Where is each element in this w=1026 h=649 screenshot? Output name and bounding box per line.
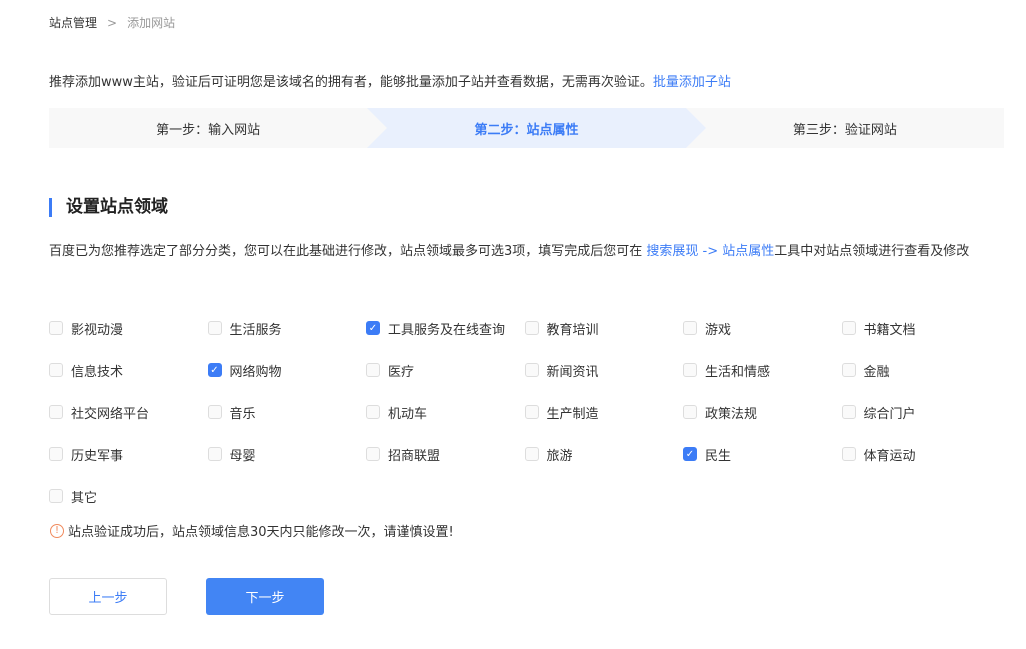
category-label: 民生 xyxy=(705,448,732,464)
category-checkbox[interactable]: 社交网络平台 xyxy=(49,391,208,433)
desc-part: 百度已为您推荐选定了部分分类，您可以在此基础进行修改，站点领域最多可选3项，填写… xyxy=(49,244,647,259)
category-checkbox[interactable]: ✓ 网络购物 xyxy=(207,349,367,391)
checkbox-icon[interactable] xyxy=(49,489,63,503)
category-label: 旅游 xyxy=(546,448,573,464)
category-checkbox[interactable]: 体育运动 xyxy=(841,433,1001,475)
checkbox-icon[interactable] xyxy=(841,363,856,377)
checkbox-checked-icon[interactable]: ✓ xyxy=(207,363,222,377)
category-checkbox[interactable]: 母婴 xyxy=(207,433,367,475)
category-label: 游戏 xyxy=(705,322,732,338)
category-checkbox[interactable]: 其它 xyxy=(49,475,208,517)
category-label: 生活服务 xyxy=(229,322,282,338)
category-label: 体育运动 xyxy=(863,448,916,464)
section-title: 设置站点领域 xyxy=(49,198,168,217)
prev-button[interactable]: 上一步 xyxy=(49,578,167,615)
category-checkbox[interactable]: 信息技术 xyxy=(49,349,208,391)
category-label: 其它 xyxy=(71,490,98,506)
breadcrumb-separator: > xyxy=(107,16,118,30)
checkbox-icon[interactable] xyxy=(524,363,539,377)
checkbox-icon[interactable] xyxy=(683,321,697,335)
checkbox-checked-icon[interactable]: ✓ xyxy=(683,447,697,461)
desc-part: 工具中对站点领域进行查看及修改 xyxy=(774,244,970,259)
category-checkbox[interactable]: 音乐 xyxy=(207,391,367,433)
checkbox-icon[interactable] xyxy=(841,405,856,419)
checkbox-icon[interactable] xyxy=(49,405,63,419)
category-label: 书籍文档 xyxy=(863,322,916,338)
checkbox-icon[interactable] xyxy=(524,321,539,335)
intro-label: 推荐添加www主站，验证后可证明您是该域名的拥有者，能够批量添加子站并查看数据，… xyxy=(49,75,653,90)
step-3: 第三步：验证网站 xyxy=(792,122,897,138)
category-checkbox[interactable]: ✓ 工具服务及在线查询 xyxy=(366,307,525,349)
category-checkbox[interactable]: 历史军事 xyxy=(49,433,208,475)
category-label: 政策法规 xyxy=(705,406,758,422)
category-label: 影视动漫 xyxy=(71,322,124,338)
checkbox-icon[interactable] xyxy=(841,321,856,335)
category-checkbox[interactable]: 医疗 xyxy=(366,349,525,391)
checkbox-icon[interactable] xyxy=(49,447,63,461)
breadcrumb-parent[interactable]: 站点管理 xyxy=(49,16,97,30)
category-label: 生产制造 xyxy=(546,406,599,422)
category-checkbox[interactable]: 金融 xyxy=(841,349,1001,391)
checkbox-icon[interactable] xyxy=(841,447,856,461)
checkbox-icon[interactable] xyxy=(366,405,380,419)
category-label: 母婴 xyxy=(229,448,256,464)
category-checkbox[interactable]: 招商联盟 xyxy=(366,433,525,475)
site-attr-link[interactable]: 搜索展现 -> 站点属性 xyxy=(646,244,774,259)
breadcrumb: 站点管理 > 添加网站 xyxy=(49,14,175,31)
checkbox-icon[interactable] xyxy=(49,363,63,377)
category-label: 网络购物 xyxy=(229,364,282,380)
checkbox-icon[interactable] xyxy=(366,363,380,377)
category-label: 新闻资讯 xyxy=(546,364,599,380)
category-checkbox[interactable]: 旅游 xyxy=(524,433,684,475)
category-label: 招商联盟 xyxy=(388,448,441,464)
warning: ! 站点验证成功后，站点领域信息30天内只能修改一次，请谨慎设置! xyxy=(50,521,454,540)
checkbox-icon[interactable] xyxy=(207,447,222,461)
checkbox-icon[interactable] xyxy=(683,405,697,419)
category-checkbox[interactable]: 游戏 xyxy=(683,307,842,349)
checkbox-icon[interactable] xyxy=(207,321,222,335)
category-label: 综合门户 xyxy=(863,406,916,422)
warning-text: 站点验证成功后，站点领域信息30天内只能修改一次，请谨慎设置! xyxy=(68,525,454,540)
category-label: 教育培训 xyxy=(546,322,599,338)
category-label: 历史军事 xyxy=(71,448,124,464)
checkbox-icon[interactable] xyxy=(683,363,697,377)
checkbox-icon[interactable] xyxy=(49,321,63,335)
checkbox-icon[interactable] xyxy=(524,405,539,419)
step-1: 第一步：输入网站 xyxy=(156,122,261,138)
category-checkbox[interactable]: 生活服务 xyxy=(207,307,367,349)
category-grid: 影视动漫 生活服务 ✓ 工具服务及在线查询 教育培训 游戏 书籍文档信息技术 ✓ 网络购物 医疗 新… xyxy=(49,307,1000,517)
category-checkbox[interactable]: 生活和情感 xyxy=(683,349,842,391)
batch-add-link[interactable]: 批量添加子站 xyxy=(653,75,731,90)
step-2: 第二步：站点属性 xyxy=(367,108,707,148)
category-label: 金融 xyxy=(863,364,890,380)
checkbox-checked-icon[interactable]: ✓ xyxy=(366,321,380,335)
category-label: 音乐 xyxy=(229,406,256,422)
category-checkbox[interactable]: ✓ 民生 xyxy=(683,433,842,475)
category-checkbox[interactable]: 综合门户 xyxy=(841,391,1001,433)
category-label: 社交网络平台 xyxy=(71,406,150,422)
category-label: 工具服务及在线查询 xyxy=(388,322,506,338)
category-checkbox[interactable]: 生产制造 xyxy=(524,391,684,433)
category-checkbox[interactable]: 机动车 xyxy=(366,391,525,433)
intro-text: 推荐添加www主站，验证后可证明您是该域名的拥有者，能够批量添加子站并查看数据，… xyxy=(49,71,731,90)
checkbox-icon[interactable] xyxy=(207,405,222,419)
category-checkbox[interactable]: 教育培训 xyxy=(524,307,684,349)
category-checkbox[interactable]: 新闻资讯 xyxy=(524,349,684,391)
next-button[interactable]: 下一步 xyxy=(206,578,324,615)
warning-icon: ! xyxy=(50,523,64,538)
category-checkbox[interactable]: 政策法规 xyxy=(683,391,842,433)
category-label: 生活和情感 xyxy=(705,364,771,380)
category-label: 信息技术 xyxy=(71,364,124,380)
category-label: 医疗 xyxy=(388,364,415,380)
step-bar: 第一步：输入网站 第二步：站点属性 第三步：验证网站 xyxy=(49,108,1004,148)
category-label: 机动车 xyxy=(388,406,428,422)
category-checkbox[interactable]: 书籍文档 xyxy=(841,307,1001,349)
checkbox-icon[interactable] xyxy=(524,447,539,461)
breadcrumb-current: 添加网站 xyxy=(127,16,176,30)
category-checkbox[interactable]: 影视动漫 xyxy=(49,307,208,349)
section-description: 百度已为您推荐选定了部分分类，您可以在此基础进行修改，站点领域最多可选3项，填写… xyxy=(49,238,1009,266)
checkbox-icon[interactable] xyxy=(366,447,380,461)
